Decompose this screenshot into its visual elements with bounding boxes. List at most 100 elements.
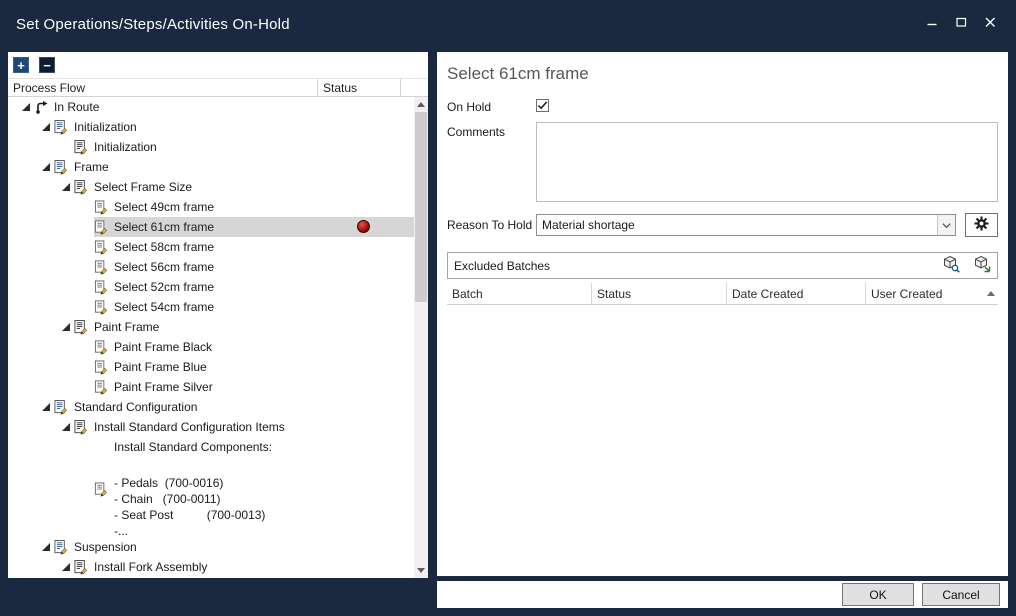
- tree-row[interactable]: Select Frame Size: [8, 177, 414, 197]
- batch-column-header[interactable]: User Created: [866, 283, 998, 304]
- scrollbar-thumb[interactable]: [415, 112, 427, 302]
- tree-row-content: Select 49cm frame: [94, 197, 414, 217]
- tree-row[interactable]: Paint Frame Blue: [8, 357, 414, 377]
- scrollbar-track[interactable]: [414, 112, 428, 563]
- minimize-button[interactable]: [924, 16, 940, 32]
- tree-item-label: Select 49cm frame: [114, 200, 214, 214]
- tree-row-content: Install Fork Assembly: [74, 557, 414, 577]
- reason-selected-value: Material shortage: [537, 218, 937, 232]
- tree-row-content: Paint Frame Black: [94, 337, 414, 357]
- expander-icon[interactable]: [38, 402, 54, 412]
- tree-row-content: In Route: [34, 97, 414, 117]
- step-icon: [74, 180, 89, 195]
- tree-row[interactable]: Install Standard Configuration Items: [8, 417, 414, 437]
- tree-item-label: Select Frame Size: [94, 180, 192, 194]
- scroll-down-arrow[interactable]: [414, 563, 428, 578]
- hold-reasons-settings-button[interactable]: [965, 213, 998, 237]
- step-icon: [74, 140, 89, 155]
- tree-row-content: Select 58cm frame: [94, 237, 414, 257]
- combo-dropdown-button[interactable]: [937, 215, 955, 235]
- tree-row[interactable]: Select 52cm frame: [8, 277, 414, 297]
- expand-all-button[interactable]: +: [13, 57, 29, 73]
- tree-item-label: Paint Frame: [94, 320, 159, 334]
- tree-body: In Route Initialization Initialization Fram…: [8, 97, 414, 578]
- reason-to-hold-select[interactable]: Material shortage: [536, 214, 956, 236]
- tree-item-label: In Route: [54, 100, 99, 114]
- excluded-batches-table: BatchStatusDate Created User Created: [447, 283, 998, 576]
- tree-item-label: Select 61cm frame: [114, 220, 214, 234]
- expander-icon[interactable]: [38, 542, 54, 552]
- tree-item-label: Select 56cm frame: [114, 260, 214, 274]
- tree-row[interactable]: Select 61cm frame: [8, 217, 414, 237]
- expander-icon[interactable]: [58, 562, 74, 572]
- activity-icon: [94, 220, 109, 235]
- tree-row[interactable]: Initialization: [8, 117, 414, 137]
- scroll-up-arrow[interactable]: [414, 97, 428, 112]
- detail-panel: Select 61cm frame On Hold Comments Reaso…: [437, 52, 1008, 576]
- reason-row: Reason To Hold Material shortage: [447, 213, 998, 237]
- tree-row-content: Select 56cm frame: [94, 257, 414, 277]
- tree-item-label: Suspension: [74, 540, 137, 554]
- step-icon: [74, 560, 89, 575]
- tree-row-spacer: [8, 457, 414, 473]
- tree-item-label: Install Standard Components:: [114, 440, 272, 454]
- tree-row[interactable]: Select 56cm frame: [8, 257, 414, 277]
- expander-icon[interactable]: [38, 162, 54, 172]
- batch-column-header[interactable]: Date Created: [727, 283, 866, 304]
- expander-icon[interactable]: [58, 182, 74, 192]
- batch-column-label: User Created: [871, 287, 942, 301]
- tree-row[interactable]: In Route: [8, 97, 414, 117]
- column-header-status[interactable]: Status: [318, 79, 401, 96]
- activity-icon: [94, 482, 109, 497]
- tree-item-label: Initialization: [74, 120, 137, 134]
- tree-row[interactable]: - Pedals (700-0016) - Chain (700-0011) -…: [8, 473, 414, 537]
- tree-row[interactable]: Install Standard Components:: [8, 437, 414, 457]
- tree-row[interactable]: Suspension: [8, 537, 414, 557]
- tree-row[interactable]: Initialization: [8, 137, 414, 157]
- tree-row[interactable]: Paint Frame Silver: [8, 377, 414, 397]
- excluded-batches-header: Excluded Batches: [447, 252, 998, 279]
- collapse-all-button[interactable]: −: [39, 57, 55, 73]
- tree-row[interactable]: Standard Configuration: [8, 397, 414, 417]
- gear-icon: [974, 216, 989, 234]
- detail-column: Select 61cm frame On Hold Comments Reaso…: [437, 52, 1008, 608]
- tree-row[interactable]: Paint Frame Black: [8, 337, 414, 357]
- tree-row-content: Paint Frame Blue: [94, 357, 414, 377]
- expander-icon[interactable]: [58, 322, 74, 332]
- ok-button[interactable]: OK: [842, 583, 914, 606]
- tree-row[interactable]: Frame: [8, 157, 414, 177]
- tree-row-content: Select 54cm frame: [94, 297, 414, 317]
- tree-view: In Route Initialization Initialization Fram…: [8, 97, 428, 578]
- expander-icon[interactable]: [18, 102, 34, 112]
- tree-row[interactable]: Select 49cm frame: [8, 197, 414, 217]
- tree-item-label: Install Fork Assembly: [94, 560, 207, 574]
- tree-row-content: Paint Frame Silver: [94, 377, 414, 397]
- tree-row[interactable]: Paint Frame: [8, 317, 414, 337]
- comments-textarea[interactable]: [536, 122, 998, 202]
- tree-item-label: Paint Frame Silver: [114, 380, 213, 394]
- tree-toolbar: + −: [8, 52, 428, 78]
- tree-row[interactable]: Install Fork Assembly: [8, 557, 414, 577]
- tree-row[interactable]: Select 54cm frame: [8, 297, 414, 317]
- on-hold-checkbox[interactable]: [536, 99, 549, 112]
- route-icon: [34, 100, 49, 115]
- expander-icon[interactable]: [38, 122, 54, 132]
- exclude-batch-button[interactable]: [966, 253, 997, 278]
- tree-item-label: Frame: [74, 160, 109, 174]
- maximize-button[interactable]: [953, 16, 969, 32]
- activity-icon: [94, 380, 109, 395]
- tree-scrollbar[interactable]: [414, 97, 428, 578]
- batch-column-header[interactable]: Status: [592, 283, 727, 304]
- dialog-content: + − Process Flow Status In Route Initiali…: [0, 48, 1016, 616]
- tree-row-content: Suspension: [54, 537, 414, 557]
- find-batches-button[interactable]: [935, 253, 966, 278]
- close-button[interactable]: [982, 16, 998, 32]
- dialog-window: Set Operations/Steps/Activities On-Hold: [0, 0, 1016, 616]
- tree-row[interactable]: Select 58cm frame: [8, 237, 414, 257]
- cancel-button[interactable]: Cancel: [922, 583, 1000, 606]
- column-header-process-flow[interactable]: Process Flow: [8, 79, 318, 96]
- batch-column-header[interactable]: Batch: [447, 283, 592, 304]
- detail-title: Select 61cm frame: [447, 64, 998, 84]
- batch-table-header: BatchStatusDate Created User Created: [447, 283, 998, 305]
- expander-icon[interactable]: [58, 422, 74, 432]
